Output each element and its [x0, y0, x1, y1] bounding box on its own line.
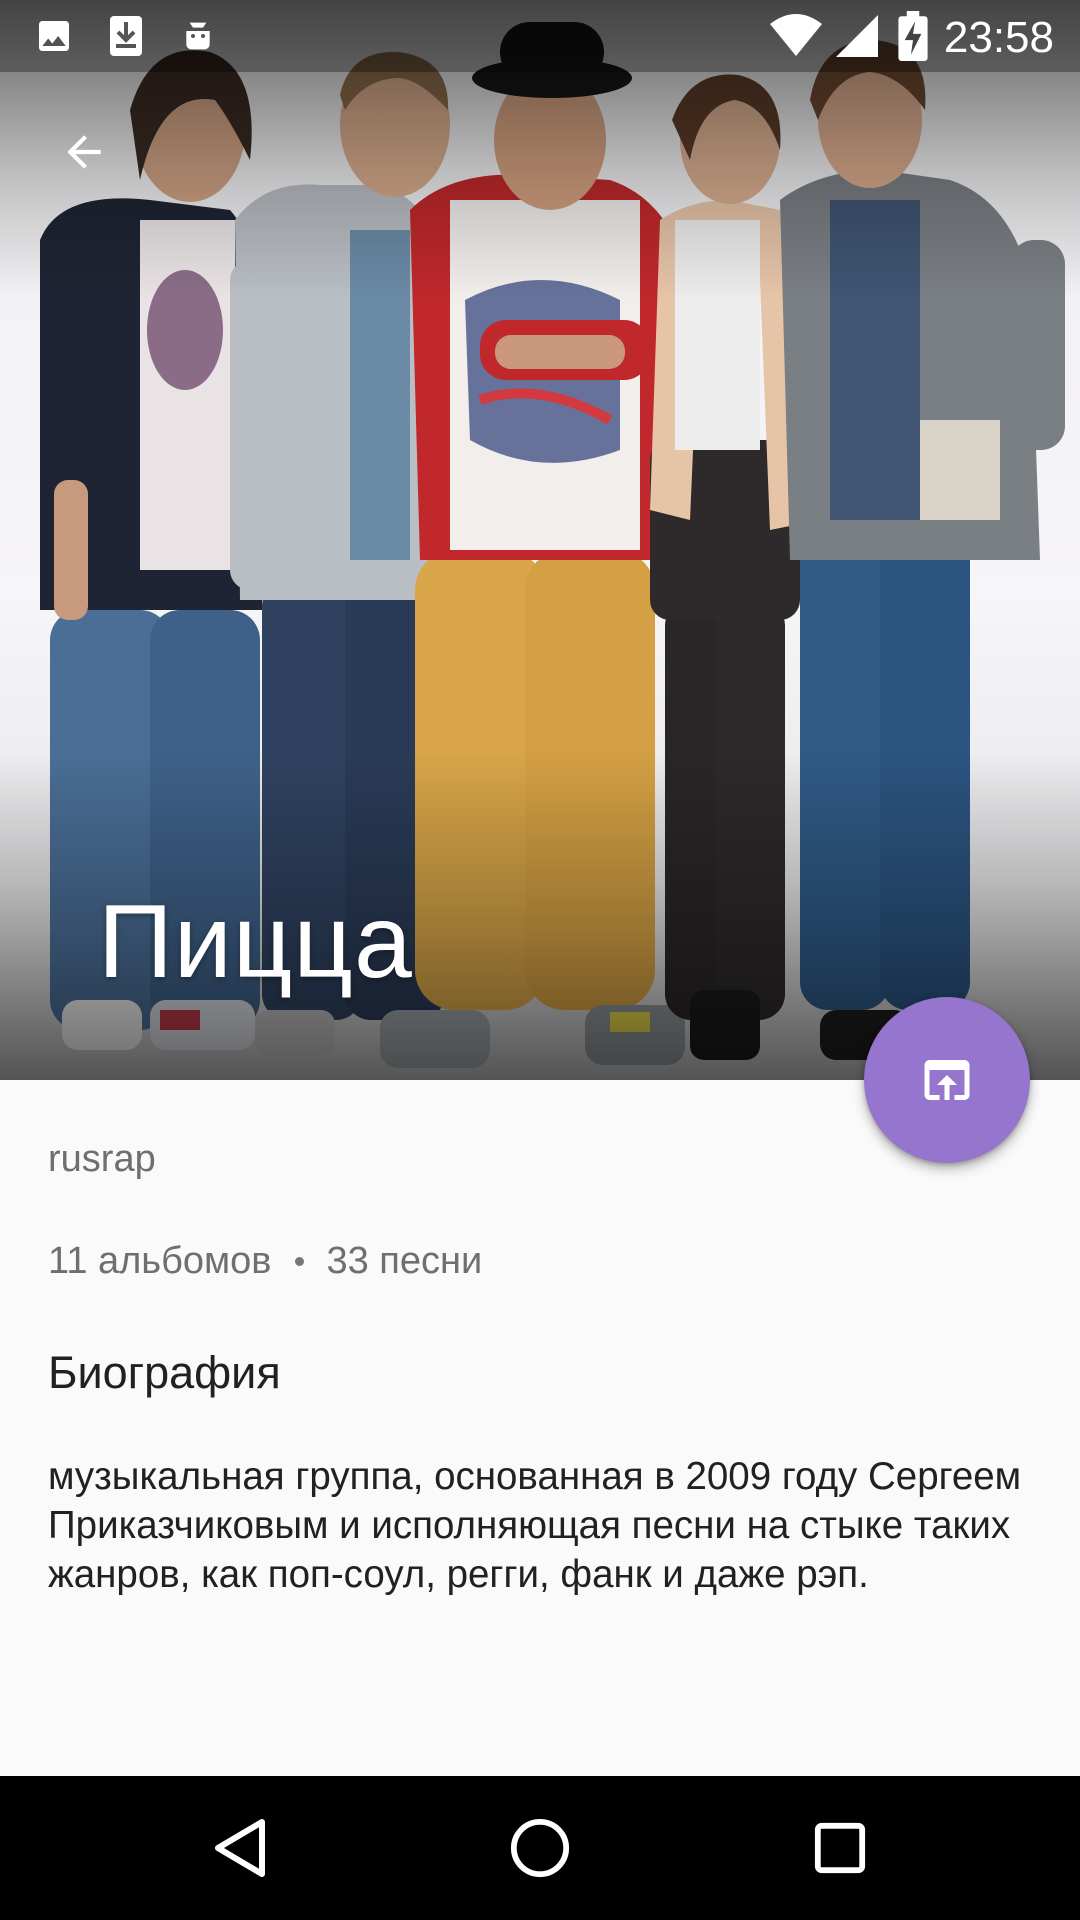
biography-title: Биография: [48, 1347, 281, 1398]
song-count: 33 песни: [326, 1240, 483, 1282]
arrow-back-icon: [67, 135, 101, 169]
artist-details: rusrap 11 альбомов 33 песни Биография му…: [0, 1080, 1080, 1776]
wifi-icon: [770, 0, 822, 72]
nav-home-button[interactable]: [490, 1798, 590, 1898]
biography-text: музыкальная группа, основанная в 2009 го…: [48, 1455, 1022, 1596]
artist-name: Пицца: [98, 884, 413, 1000]
album-count: 11 альбомов: [48, 1240, 272, 1282]
back-button[interactable]: [44, 112, 124, 192]
download-notification-icon: [106, 0, 146, 72]
artist-stats: 11 альбомов 33 песни: [48, 1238, 482, 1284]
artist-genre: rusrap: [48, 1138, 156, 1180]
android-debug-icon: [178, 0, 218, 72]
nav-back-button[interactable]: [190, 1798, 290, 1898]
back-triangle-icon: [215, 1819, 265, 1877]
battery-charging-icon: [898, 0, 928, 72]
status-bar: 23:58: [0, 0, 1080, 72]
image-notification-icon: [34, 0, 74, 72]
navigation-bar: [0, 1776, 1080, 1920]
separator-dot: [295, 1256, 305, 1266]
recents-square-icon: [814, 1822, 866, 1874]
home-circle-icon: [510, 1818, 570, 1878]
status-time: 23:58: [943, 13, 1054, 62]
cell-signal-icon: [836, 0, 878, 72]
artist-header-image: Пицца: [0, 0, 1080, 1080]
nav-recents-button[interactable]: [790, 1798, 890, 1898]
